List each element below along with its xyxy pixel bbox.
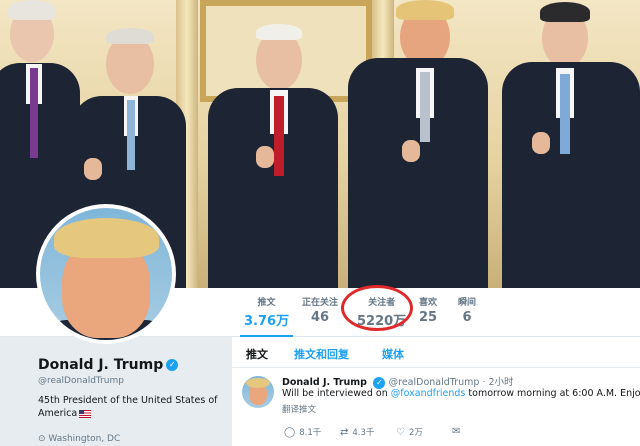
tweet-item[interactable]: Donald J. Trump ✓ @realDonaldTrump · 2小时… [232,368,640,446]
stat-likes-label: 喜欢 [419,298,438,308]
tab-tweets[interactable]: 推文 [246,346,268,362]
stat-tweets-value: 3.76万 [244,314,290,329]
tab-tweets-and-replies[interactable]: 推文和回复 [294,346,349,362]
banner-person [200,0,340,288]
stat-moments-label: 瞬间 [458,298,477,308]
retweet-icon: ⇄ [340,427,349,438]
banner-person [342,0,492,288]
tweet-text: Will be interviewed on @foxandfriends to… [282,388,640,399]
message-button[interactable]: ✉ [452,426,464,437]
stat-likes-value: 25 [419,310,438,325]
us-flag-icon [79,409,92,418]
tweet-handle-time[interactable]: @realDonaldTrump · 2小时 [389,377,514,388]
tweet-author-name[interactable]: Donald J. Trump [282,377,367,388]
heart-icon: ♡ [396,427,405,438]
retweet-button[interactable]: ⇄ 4.3千 [340,426,374,438]
tab-media[interactable]: 媒体 [382,346,404,362]
profile-bio: 45th President of the United States of A… [38,394,218,420]
profile-card: Donald J. Trump ✓ @realDonaldTrump 45th P… [0,337,232,446]
stat-moments[interactable]: 瞬间 6 [458,295,476,325]
stat-following-value: 46 [310,310,330,325]
profile-location: ⊙ Washington, DC [38,434,120,444]
reply-count: 8.1千 [299,428,322,438]
retweet-count: 4.3千 [352,428,375,438]
verified-badge-icon: ✓ [373,376,386,389]
like-count: 2万 [408,428,423,438]
tweet-author-avatar[interactable] [242,376,274,408]
profile-avatar[interactable] [36,204,176,344]
profile-name[interactable]: Donald J. Trump [38,357,163,373]
stat-moments-value: 6 [462,310,472,325]
stat-tweets-label: 推文 [257,298,276,308]
avatar-photo [40,208,172,340]
tweet-text-start: Will be interviewed on [282,388,391,399]
verified-badge-icon: ✓ [166,359,179,371]
message-icon: ✉ [452,426,461,437]
stat-following-label: 正在关注 [302,298,339,308]
stat-likes[interactable]: 喜欢 25 [419,295,437,325]
tweet-mention-link[interactable]: @foxandfriends [391,388,466,399]
profile-name-row: Donald J. Trump ✓ [38,357,179,373]
stat-following[interactable]: 正在关注 46 [302,295,338,325]
banner-person [498,0,640,288]
like-button[interactable]: ♡ 2万 [396,426,423,438]
timeline-tabs: 推文 推文和回复 媒体 [232,337,640,368]
profile-location-text: Washington, DC [48,434,121,444]
profile-bio-text: 45th President of the United States of A… [38,395,218,419]
location-pin-icon: ⊙ [38,434,46,444]
followers-highlight-circle [341,285,413,331]
tweet-text-end: tomorrow morning at 6:00 A.M. Enjoy! [465,388,640,399]
reply-icon: ◯ [284,427,296,438]
profile-handle[interactable]: @realDonaldTrump [38,376,124,386]
timeline: 推文 推文和回复 媒体 Donald J. Trump ✓ @realDonal… [232,337,640,446]
tweet-header: Donald J. Trump ✓ @realDonaldTrump · 2小时 [282,374,514,389]
reply-button[interactable]: ◯ 8.1千 [284,426,321,438]
translate-tweet-link[interactable]: 翻译推文 [282,403,316,415]
stat-tweets[interactable]: 推文 3.76万 [239,295,294,338]
